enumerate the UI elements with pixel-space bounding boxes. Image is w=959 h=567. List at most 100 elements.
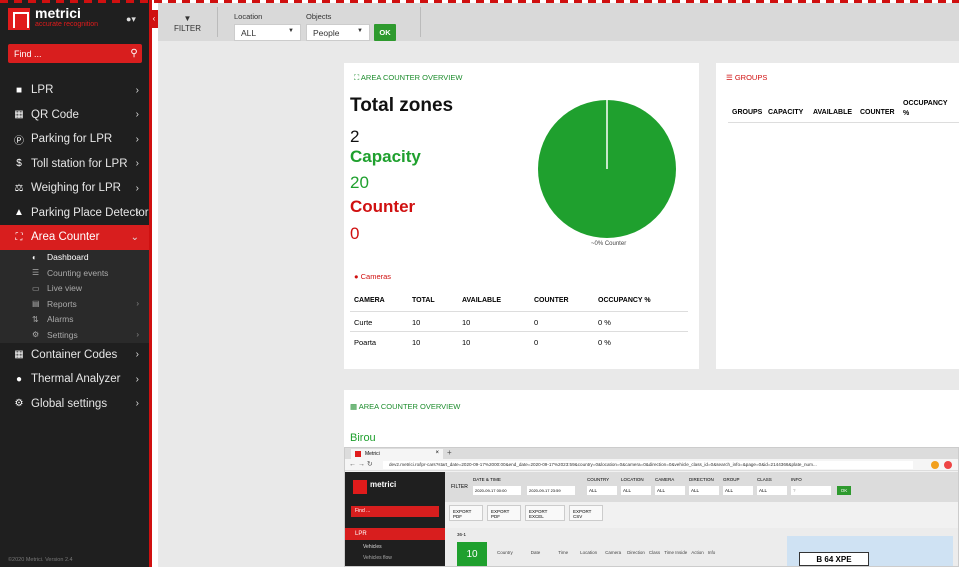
col-counter: COUNTER: [860, 109, 895, 116]
sidebar-item-label: Container Codes: [31, 348, 118, 361]
logo-name: metrici: [370, 480, 397, 489]
embedded-nav-vehicles[interactable]: Vehicles: [363, 544, 382, 550]
camera-icon: ●: [354, 272, 361, 281]
location-select[interactable]: ALL: [621, 486, 651, 495]
sidebar-item-parking-place-detector[interactable]: ▲ Parking Place Detector ›: [0, 201, 149, 226]
extension-icon[interactable]: [931, 461, 939, 469]
submenu-item-reports[interactable]: ▤ Reports ›: [0, 296, 149, 312]
col-info: Info: [707, 550, 716, 555]
col-total: TOTAL: [412, 297, 435, 304]
results-table-header: Country Date Time Location Camera Direction Cl…: [497, 550, 715, 555]
sidebar-item-thermal-analyzer[interactable]: ● Thermal Analyzer ›: [0, 367, 149, 392]
license-plate: B 64 XPE: [799, 552, 869, 566]
info-label: INFO: [791, 477, 802, 482]
cell-occupancy: 0 %: [598, 318, 611, 327]
location-label: Location: [234, 12, 263, 21]
sidebar-item-container-codes[interactable]: ▦ Container Codes ›: [0, 343, 149, 368]
sidebar-item-global-settings[interactable]: ⚙ Global settings ›: [0, 392, 149, 417]
sidebar-item-label: Thermal Analyzer: [31, 373, 121, 386]
embedded-search[interactable]: Find ...: [351, 506, 439, 517]
close-icon[interactable]: ×: [435, 450, 439, 456]
filter-label: FILTER: [174, 24, 201, 33]
metrici-logo-icon: [353, 480, 367, 494]
direction-label: DIRECTION: [689, 477, 714, 482]
dropdown-arrow-icon: ▼: [288, 28, 294, 34]
favicon-icon: [355, 451, 361, 457]
cell-available: 10: [462, 338, 471, 347]
cell-camera: Curte: [354, 318, 373, 327]
group-select[interactable]: ALL: [723, 486, 753, 495]
location-select[interactable]: ALL ▼: [234, 24, 301, 41]
sidebar-search-input[interactable]: Find ...: [8, 49, 126, 59]
filter-toggle[interactable]: ▼ FILTER: [174, 14, 201, 34]
sidebar-item-lpr[interactable]: ■ LPR ›: [0, 78, 149, 103]
new-tab-icon[interactable]: +: [447, 448, 452, 457]
submenu-item-live-view[interactable]: ▭ Live view: [0, 281, 149, 297]
col-available: AVAILABLE: [462, 297, 502, 304]
count-badge: 10: [457, 542, 487, 566]
sidebar-item-parking-lpr[interactable]: Ⓟ Parking for LPR ›: [0, 127, 149, 152]
overview2-title-text: AREA COUNTER OVERVIEW: [358, 402, 461, 411]
submenu-item-dashboard[interactable]: ◐ Dashboard: [0, 250, 149, 266]
embedded-results: 36-1 10 Country Date Time Location Camera Dir…: [445, 528, 958, 566]
pie-label: ~0% Counter: [591, 241, 627, 247]
col-occupancy: OCCUPANCY %: [598, 297, 651, 304]
objects-select[interactable]: People ▼: [306, 24, 370, 41]
logo[interactable]: metrici accurate recognition: [8, 6, 98, 30]
browser-tab[interactable]: Metrici ×: [351, 449, 443, 459]
submenu-item-alarms[interactable]: ⇅ Alarms: [0, 312, 149, 328]
country-select[interactable]: ALL: [587, 486, 617, 495]
sidebar-item-toll-station[interactable]: $ Toll station for LPR ›: [0, 152, 149, 177]
expand-icon: ⛶: [15, 231, 23, 243]
submenu-item-counting-events[interactable]: ☰ Counting events: [0, 265, 149, 281]
class-label: CLASS: [757, 477, 772, 482]
embedded-filter-label[interactable]: FILTER: [451, 484, 468, 490]
list-icon: ☰: [726, 73, 735, 82]
search-icon[interactable]: ⚲: [126, 48, 142, 59]
expand-icon: ⛶: [354, 73, 361, 82]
cell-camera: Poarta: [354, 338, 377, 347]
top-dashed-border: [0, 0, 959, 3]
col-action: Action: [691, 550, 704, 555]
sidebar-item-area-counter[interactable]: ⛶ Area Counter ⌄: [0, 225, 149, 250]
area-counter-submenu: ◐ Dashboard ☰ Counting events ▭ Live view ▤…: [0, 249, 149, 343]
col-camera: Camera: [605, 550, 622, 555]
info-field[interactable]: ?: [791, 486, 831, 495]
ok-button[interactable]: OK: [374, 24, 396, 41]
sidebar-footer: ©2020 Metrici. Version 2.4: [8, 557, 73, 563]
direction-select[interactable]: ALL: [689, 486, 719, 495]
url-field[interactable]: dev2.metrici.ro/lpr-cars?start_date=2020…: [383, 461, 913, 469]
embedded-ok-button[interactable]: OK: [837, 486, 851, 495]
export-pdf-button[interactable]: EXPORT PDF: [449, 505, 483, 521]
class-select[interactable]: ALL: [757, 486, 787, 495]
embedded-nav-lpr[interactable]: LPR: [345, 528, 445, 540]
date-end-field[interactable]: 2020-09-17 23:59: [527, 486, 575, 495]
sidebar-item-qr-code[interactable]: ▦ QR Code ›: [0, 103, 149, 128]
user-menu-icon[interactable]: ●▾: [126, 14, 136, 25]
col-class: Class: [648, 550, 661, 555]
country-label: COUNTRY: [587, 477, 610, 482]
filter-bar: ▼ FILTER Location ALL ▼ Objects People ▼ O…: [158, 3, 959, 41]
nav-arrows-icon[interactable]: ← → ↻: [349, 460, 373, 468]
dashboard-icon: ◐: [32, 252, 37, 262]
sidebar-item-weighing[interactable]: ⚖ Weighing for LPR ›: [0, 176, 149, 201]
date-start-field[interactable]: 2020-09-17 00:00: [473, 486, 521, 495]
counter-value: 0: [350, 224, 360, 243]
export-excel-button[interactable]: EXPORT EXCEL: [525, 505, 565, 521]
cell-counter: 0: [534, 338, 539, 347]
dropdown-arrow-icon: ▼: [357, 28, 363, 34]
export-pdf-button-2[interactable]: EXPORT PDF: [487, 505, 521, 521]
submenu-item-settings[interactable]: ⚙ Settings ›: [0, 327, 149, 343]
camera-select[interactable]: ALL: [655, 486, 685, 495]
embedded-nav-vehicles-flow[interactable]: Vehicles flow: [363, 555, 392, 561]
export-csv-button[interactable]: EXPORT CSV: [569, 505, 603, 521]
badge-top: 36-1: [457, 532, 467, 537]
collapse-sidebar-button[interactable]: ‹: [150, 10, 158, 28]
browser-addressbar: ← → ↻ dev2.metrici.ro/lpr-cars?start_dat…: [345, 459, 958, 471]
col-time: Time: [558, 550, 569, 555]
submenu-label: Dashboard: [47, 252, 89, 263]
embedded-screenshot: Metrici × + ← → ↻ dev2.metrici.ro/lpr-car…: [344, 447, 959, 567]
sidebar-search[interactable]: Find ... ⚲: [8, 44, 142, 63]
monitor-icon: ▭: [32, 283, 40, 293]
profile-icon[interactable]: [944, 461, 952, 469]
